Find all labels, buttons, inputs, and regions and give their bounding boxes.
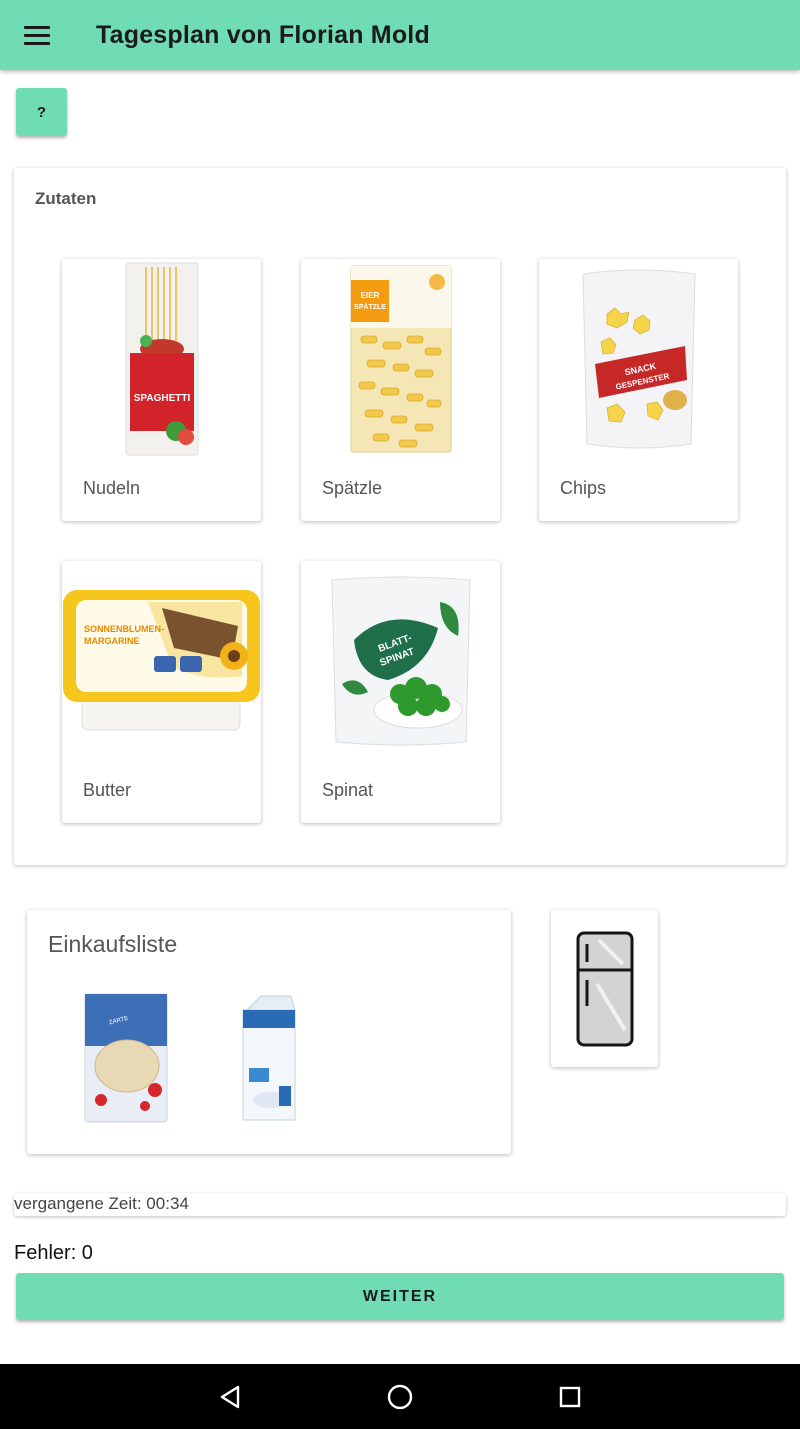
spinach-bag-image: BLATT- SPINAT [301, 561, 500, 761]
svg-text:EIER: EIER [360, 291, 379, 300]
menu-icon[interactable] [18, 16, 56, 54]
spaghetti-package-image: SPAGHETTI [62, 259, 261, 459]
system-navigation-bar [0, 1364, 800, 1429]
back-triangle-icon[interactable] [190, 1364, 270, 1429]
chips-bag-image: SNACK GESPENSTER [539, 259, 738, 459]
app-bar: Tagesplan von Florian Mold [0, 0, 800, 70]
ingredient-card-chips[interactable]: SNACK GESPENSTER Chips [539, 259, 738, 521]
ingredient-card-butter[interactable]: SONNENBLUMEN- MARGARINE Butter [62, 561, 261, 823]
next-button[interactable]: WEITER [16, 1273, 784, 1320]
error-count: Fehler: 0 [14, 1242, 93, 1264]
home-circle-icon[interactable] [360, 1364, 440, 1429]
page-title: Tagesplan von Florian Mold [96, 20, 430, 49]
svg-text:SPAGHETTI: SPAGHETTI [133, 393, 190, 404]
ingredient-label: Chips [560, 478, 607, 498]
ingredient-card-nudeln[interactable]: SPAGHETTI Nudeln [62, 259, 261, 521]
svg-text:MARGARINE: MARGARINE [84, 636, 140, 646]
shopping-list-panel: Einkaufsliste ZARTE [27, 910, 511, 1154]
ingredients-panel: Zutaten SPAGHETTI Nudeln EIER SPÄTZLE Sp… [14, 168, 786, 865]
help-button[interactable]: ? [16, 88, 67, 136]
recents-square-icon[interactable] [530, 1364, 610, 1429]
margarine-tub-image: SONNENBLUMEN- MARGARINE [62, 561, 261, 761]
ingredient-label: Spinat [322, 780, 374, 800]
ingredient-label: Nudeln [83, 478, 141, 498]
svg-text:SONNENBLUMEN-: SONNENBLUMEN- [84, 624, 164, 634]
fridge-button[interactable] [551, 910, 658, 1067]
ingredient-card-spinat[interactable]: BLATT- SPINAT Spinat [301, 561, 500, 823]
fridge-icon [576, 931, 633, 1046]
svg-text:SPÄTZLE: SPÄTZLE [354, 303, 386, 311]
milk-carton-icon[interactable] [241, 994, 297, 1127]
elapsed-time-text: vergangene Zeit: 00:34 [14, 1194, 189, 1213]
oat-flakes-package-icon[interactable]: ZARTE [83, 992, 169, 1129]
shopping-list-title: Einkaufsliste [48, 931, 178, 957]
ingredient-label: Spätzle [322, 478, 383, 498]
ingredient-label: Butter [83, 780, 132, 800]
spaetzle-package-image: EIER SPÄTZLE [301, 259, 500, 459]
ingredient-card-spaetzle[interactable]: EIER SPÄTZLE Spätzle [301, 259, 500, 521]
ingredients-title: Zutaten [35, 189, 97, 208]
elapsed-time-bar: vergangene Zeit: 00:34 [14, 1193, 786, 1216]
